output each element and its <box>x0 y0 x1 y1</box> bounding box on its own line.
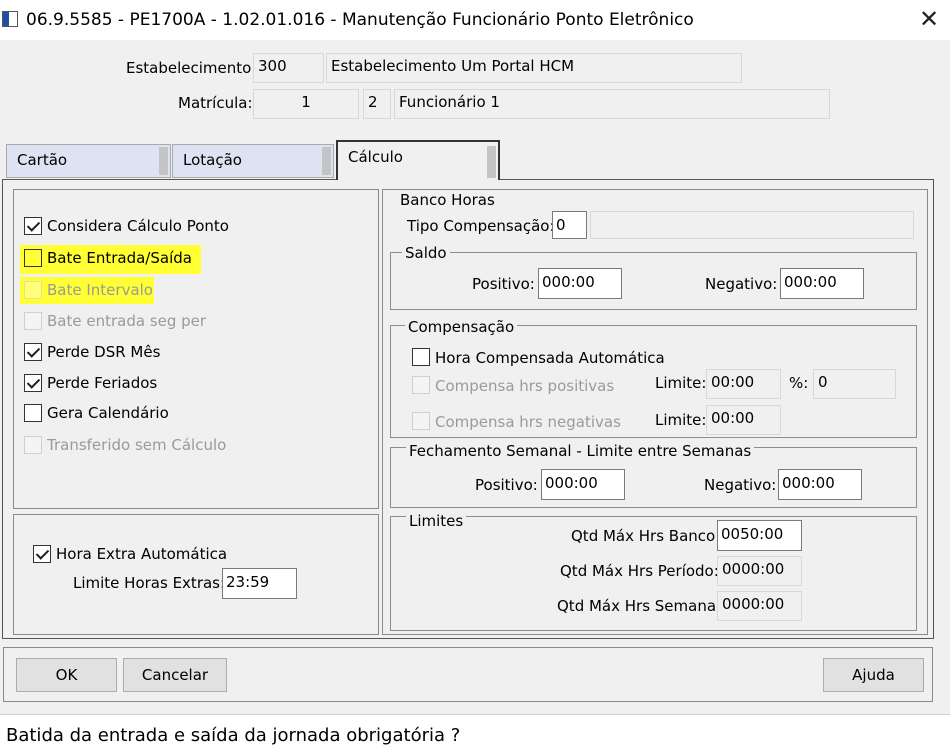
app-icon <box>2 11 18 27</box>
tab-cartao-label: Cartão <box>17 151 68 169</box>
qtd-max-semana-field: 0000:00 <box>717 591 802 621</box>
qtd-max-periodo-label: Qtd Máx Hrs Período: <box>560 562 719 580</box>
qtd-max-banco-label: Qtd Máx Hrs Banco: <box>571 527 721 545</box>
considera-calculo-label: Considera Cálculo Ponto <box>47 217 229 235</box>
cancel-button[interactable]: Cancelar <box>123 658 227 692</box>
qtd-max-semana-label: Qtd Máx Hrs Semana: <box>557 597 722 615</box>
saldo-negativo-input[interactable]: 000:00 <box>780 268 864 299</box>
compensacao-title: Compensação <box>405 318 518 336</box>
estabelecimento-code-field: 300 <box>253 53 324 83</box>
compensa-positivas-label: Compensa hrs positivas <box>435 377 615 395</box>
fechamento-positivo-label: Positivo: <box>475 476 538 494</box>
limite-positivas-field: 00:00 <box>706 369 781 399</box>
limite-positivas-label: Limite: <box>655 374 707 392</box>
saldo-negativo-label: Negativo: <box>705 275 778 293</box>
percent-label: %: <box>789 374 809 392</box>
matricula-label: Matrícula: <box>178 94 253 112</box>
estabelecimento-label: Estabelecimento: <box>126 59 257 77</box>
transferido-checkbox[interactable] <box>24 436 42 454</box>
bate-entrada-seg-per-checkbox[interactable] <box>24 312 42 330</box>
ok-button[interactable]: OK <box>16 658 117 692</box>
tab-cartao[interactable]: Cartão <box>6 144 171 178</box>
gera-calendario-label: Gera Calendário <box>47 404 169 422</box>
close-icon[interactable]: ✕ <box>914 4 944 34</box>
compensa-negativas-checkbox[interactable] <box>412 412 430 430</box>
hora-extra-checkbox[interactable] <box>33 545 51 563</box>
bate-entrada-saida-label: Bate Entrada/Saída <box>47 249 192 267</box>
gera-calendario-checkbox[interactable] <box>24 404 42 422</box>
compensa-negativas-label: Compensa hrs negativas <box>435 413 621 431</box>
fechamento-positivo-input[interactable]: 000:00 <box>541 469 625 500</box>
limite-negativas-label: Limite: <box>655 411 707 429</box>
percent-field: 0 <box>813 369 896 399</box>
bate-entrada-seg-per-label: Bate entrada seg per <box>47 312 207 330</box>
hora-extra-label: Hora Extra Automática <box>56 545 228 563</box>
qtd-max-periodo-field: 0000:00 <box>717 556 802 586</box>
limites-title: Limites <box>406 512 467 530</box>
funcionario-name-field: Funcionário 1 <box>394 89 830 119</box>
limite-horas-extras-input[interactable]: 23:59 <box>222 568 297 599</box>
tipo-compensacao-label: Tipo Compensação: <box>407 217 555 235</box>
fechamento-negativo-input[interactable]: 000:00 <box>778 469 862 500</box>
tab-calculo-label: Cálculo <box>348 148 403 166</box>
qtd-max-banco-input[interactable]: 0050:00 <box>717 520 802 551</box>
considera-calculo-checkbox[interactable] <box>24 217 42 235</box>
hora-compensada-checkbox[interactable] <box>412 348 430 366</box>
saldo-positivo-input[interactable]: 000:00 <box>538 268 622 299</box>
tab-lotacao-label: Lotação <box>183 151 242 169</box>
perde-dsr-checkbox[interactable] <box>24 343 42 361</box>
estabelecimento-name-field: Estabelecimento Um Portal HCM <box>326 53 742 83</box>
saldo-positivo-label: Positivo: <box>472 275 535 293</box>
hora-compensada-label: Hora Compensada Automática <box>435 349 665 367</box>
fechamento-title: Fechamento Semanal - Limite entre Semana… <box>406 442 755 460</box>
perde-feriados-label: Perde Feriados <box>47 374 158 392</box>
perde-feriados-checkbox[interactable] <box>24 374 42 392</box>
tab-calculo[interactable]: Cálculo <box>336 140 500 180</box>
help-button[interactable]: Ajuda <box>823 658 924 692</box>
tab-lotacao[interactable]: Lotação <box>172 144 334 178</box>
window-title: 06.9.5585 - PE1700A - 1.02.01.016 - Manu… <box>26 10 694 30</box>
limite-negativas-field: 00:00 <box>706 405 781 435</box>
tipo-compensacao-desc-field <box>590 211 914 239</box>
perde-dsr-label: Perde DSR Mês <box>47 343 161 361</box>
status-message: Batida da entrada e saída da jornada obr… <box>6 725 461 746</box>
bate-entrada-saida-checkbox[interactable] <box>24 249 42 267</box>
funcionario-code-field: 2 <box>363 89 391 119</box>
transferido-label: Transferido sem Cálculo <box>47 436 227 454</box>
banco-horas-title: Banco Horas <box>400 191 495 209</box>
tipo-compensacao-input[interactable]: 0 <box>552 211 587 239</box>
fechamento-negativo-label: Negativo: <box>704 476 777 494</box>
bate-intervalo-label: Bate Intervalo <box>47 281 153 299</box>
compensa-positivas-checkbox[interactable] <box>412 376 430 394</box>
limite-horas-extras-label: Limite Horas Extras: <box>73 574 226 592</box>
saldo-title: Saldo <box>402 244 450 262</box>
bate-intervalo-checkbox[interactable] <box>24 281 42 299</box>
matricula-field: 1 <box>253 89 359 119</box>
